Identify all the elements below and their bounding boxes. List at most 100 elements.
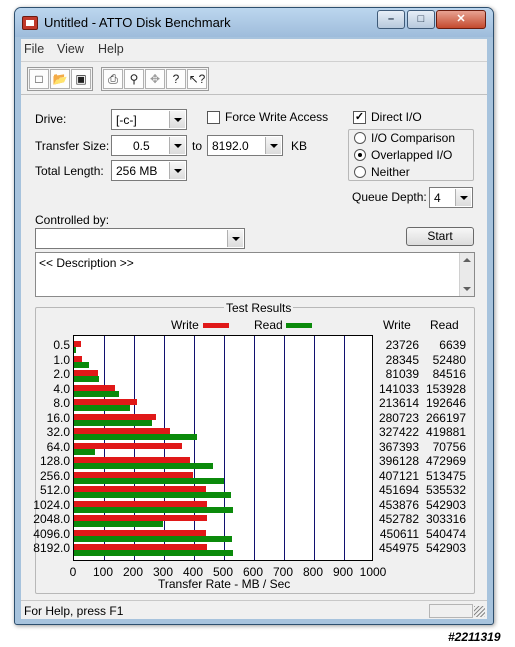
read-value: 6639 — [439, 338, 466, 352]
io-comparison-radio[interactable] — [354, 132, 366, 144]
force-write-checkbox[interactable] — [207, 111, 220, 124]
transfer-from-select[interactable]: 0.5 — [111, 135, 187, 156]
read-value: 266197 — [425, 410, 466, 425]
read-bar — [74, 506, 234, 513]
status-pane — [429, 604, 473, 618]
chart-y-tick-label: 1024.0 — [33, 497, 70, 512]
maximize-button[interactable]: □ — [407, 10, 435, 29]
x-axis-title: Transfer Rate - MB / Sec — [158, 577, 291, 591]
chart-y-tick-label: 32.0 — [46, 425, 70, 440]
description-box[interactable]: << Description >> — [35, 252, 475, 297]
read-bar — [74, 361, 90, 368]
read-bar — [74, 463, 213, 470]
legend-read-swatch — [286, 323, 312, 328]
chart-y-tick-label: 8192.0 — [33, 541, 70, 556]
toolbar: □ 📂 ▣ ⎙ ⚲ ✥ ? ↖? — [21, 61, 487, 95]
print-icon[interactable]: ⎙ — [103, 69, 123, 89]
write-value: 280723 — [378, 410, 419, 425]
scroll-up-icon[interactable] — [463, 258, 471, 262]
chevron-down-icon[interactable] — [169, 162, 185, 179]
queue-depth-select[interactable]: 4 — [429, 187, 473, 208]
chart-y-tick-label: 0.5 — [53, 338, 70, 352]
menu-view[interactable]: View — [57, 42, 84, 56]
start-button[interactable]: Start — [406, 227, 474, 246]
neither-radio[interactable] — [354, 166, 366, 178]
drive-select[interactable]: [-c-] — [111, 109, 187, 130]
transfer-to-select[interactable]: 8192.0 — [207, 135, 283, 156]
chart-y-tick-label: 16.0 — [46, 410, 70, 425]
help-icon[interactable]: ? — [166, 69, 186, 89]
chart-y-tick-label: 8.0 — [53, 396, 70, 411]
total-length-select[interactable]: 256 MB — [111, 160, 187, 181]
new-file-icon[interactable]: □ — [29, 69, 49, 89]
client-area: File View Help □ 📂 ▣ ⎙ ⚲ ✥ ? ↖? Drive: [… — [21, 39, 487, 619]
write-value: 396128 — [378, 454, 419, 469]
results-title: Test Results — [224, 301, 294, 315]
description-text: << Description >> — [39, 256, 134, 270]
queue-depth-value: 4 — [434, 191, 441, 205]
drive-value: [-c-] — [116, 113, 137, 127]
read-value: 192646 — [425, 396, 466, 411]
legend-write-swatch — [203, 323, 229, 328]
minimize-button[interactable]: – — [377, 10, 405, 29]
app-window: Untitled - ATTO Disk Benchmark – □ ✕ Fil… — [14, 7, 494, 625]
total-length-label: Total Length: — [35, 164, 104, 178]
menu-file[interactable]: File — [24, 42, 44, 56]
description-scrollbar[interactable] — [459, 253, 474, 296]
write-value: 81039 — [385, 367, 419, 382]
read-bar — [74, 419, 152, 426]
app-icon[interactable] — [22, 16, 38, 30]
read-value: 153928 — [425, 381, 466, 396]
read-value: 84516 — [432, 367, 466, 382]
read-bar — [74, 434, 197, 441]
chevron-down-icon[interactable] — [227, 230, 243, 247]
chevron-down-icon[interactable] — [169, 111, 185, 128]
read-value: 542903 — [425, 541, 466, 556]
chart-y-tick-label: 128.0 — [39, 454, 70, 469]
chevron-down-icon[interactable] — [169, 137, 185, 154]
write-value: 141033 — [378, 381, 419, 396]
status-bar: For Help, press F1 — [21, 600, 487, 619]
menu-help[interactable]: Help — [98, 42, 124, 56]
window-title: Untitled - ATTO Disk Benchmark — [44, 15, 231, 30]
neither-label: Neither — [371, 165, 410, 179]
drive-label: Drive: — [35, 112, 67, 126]
close-button[interactable]: ✕ — [436, 10, 486, 29]
tools-toolbar-group: ⎙ ⚲ ✥ ? ↖? — [101, 67, 209, 91]
transfer-to-value: 8192.0 — [212, 139, 249, 153]
status-text: For Help, press F1 — [24, 604, 124, 618]
legend-write-label: Write — [171, 318, 199, 332]
chart-gridline — [344, 336, 345, 560]
write-value: 451694 — [378, 483, 419, 498]
print-preview-icon[interactable]: ⚲ — [124, 69, 144, 89]
direct-io-checkbox[interactable]: ✓ — [353, 111, 366, 124]
write-value: 23726 — [385, 338, 419, 352]
write-value: 407121 — [378, 468, 419, 483]
chevron-down-icon[interactable] — [455, 189, 471, 206]
transfer-to-word: to — [192, 139, 203, 153]
chevron-down-icon[interactable] — [265, 137, 281, 154]
read-value: 535532 — [425, 483, 466, 498]
chart-gridline — [284, 336, 285, 560]
write-value: 327422 — [378, 425, 419, 440]
write-value: 28345 — [385, 352, 419, 367]
save-icon[interactable]: ▣ — [71, 69, 91, 89]
controlled-by-select[interactable] — [35, 228, 245, 249]
read-bar — [74, 448, 95, 455]
menu-bar: File View Help — [21, 39, 487, 59]
scroll-down-icon[interactable] — [463, 287, 471, 291]
overlapped-io-radio[interactable] — [354, 149, 366, 161]
write-value: 367393 — [378, 439, 419, 454]
chart-x-tick-label: 1000 — [359, 565, 387, 579]
title-bar[interactable]: Untitled - ATTO Disk Benchmark – □ ✕ — [15, 8, 493, 37]
context-help-icon[interactable]: ↖? — [187, 69, 207, 89]
write-value: 453876 — [378, 497, 419, 512]
open-folder-icon[interactable]: 📂 — [50, 69, 70, 89]
chart-y-tick-label: 4.0 — [53, 381, 70, 396]
write-value: 213614 — [378, 396, 419, 411]
move-icon[interactable]: ✥ — [145, 69, 165, 89]
resize-grip-icon[interactable] — [474, 606, 485, 617]
read-value: 540474 — [425, 526, 466, 541]
chart-y-tick-label: 256.0 — [39, 468, 70, 483]
chart-gridline — [314, 336, 315, 560]
